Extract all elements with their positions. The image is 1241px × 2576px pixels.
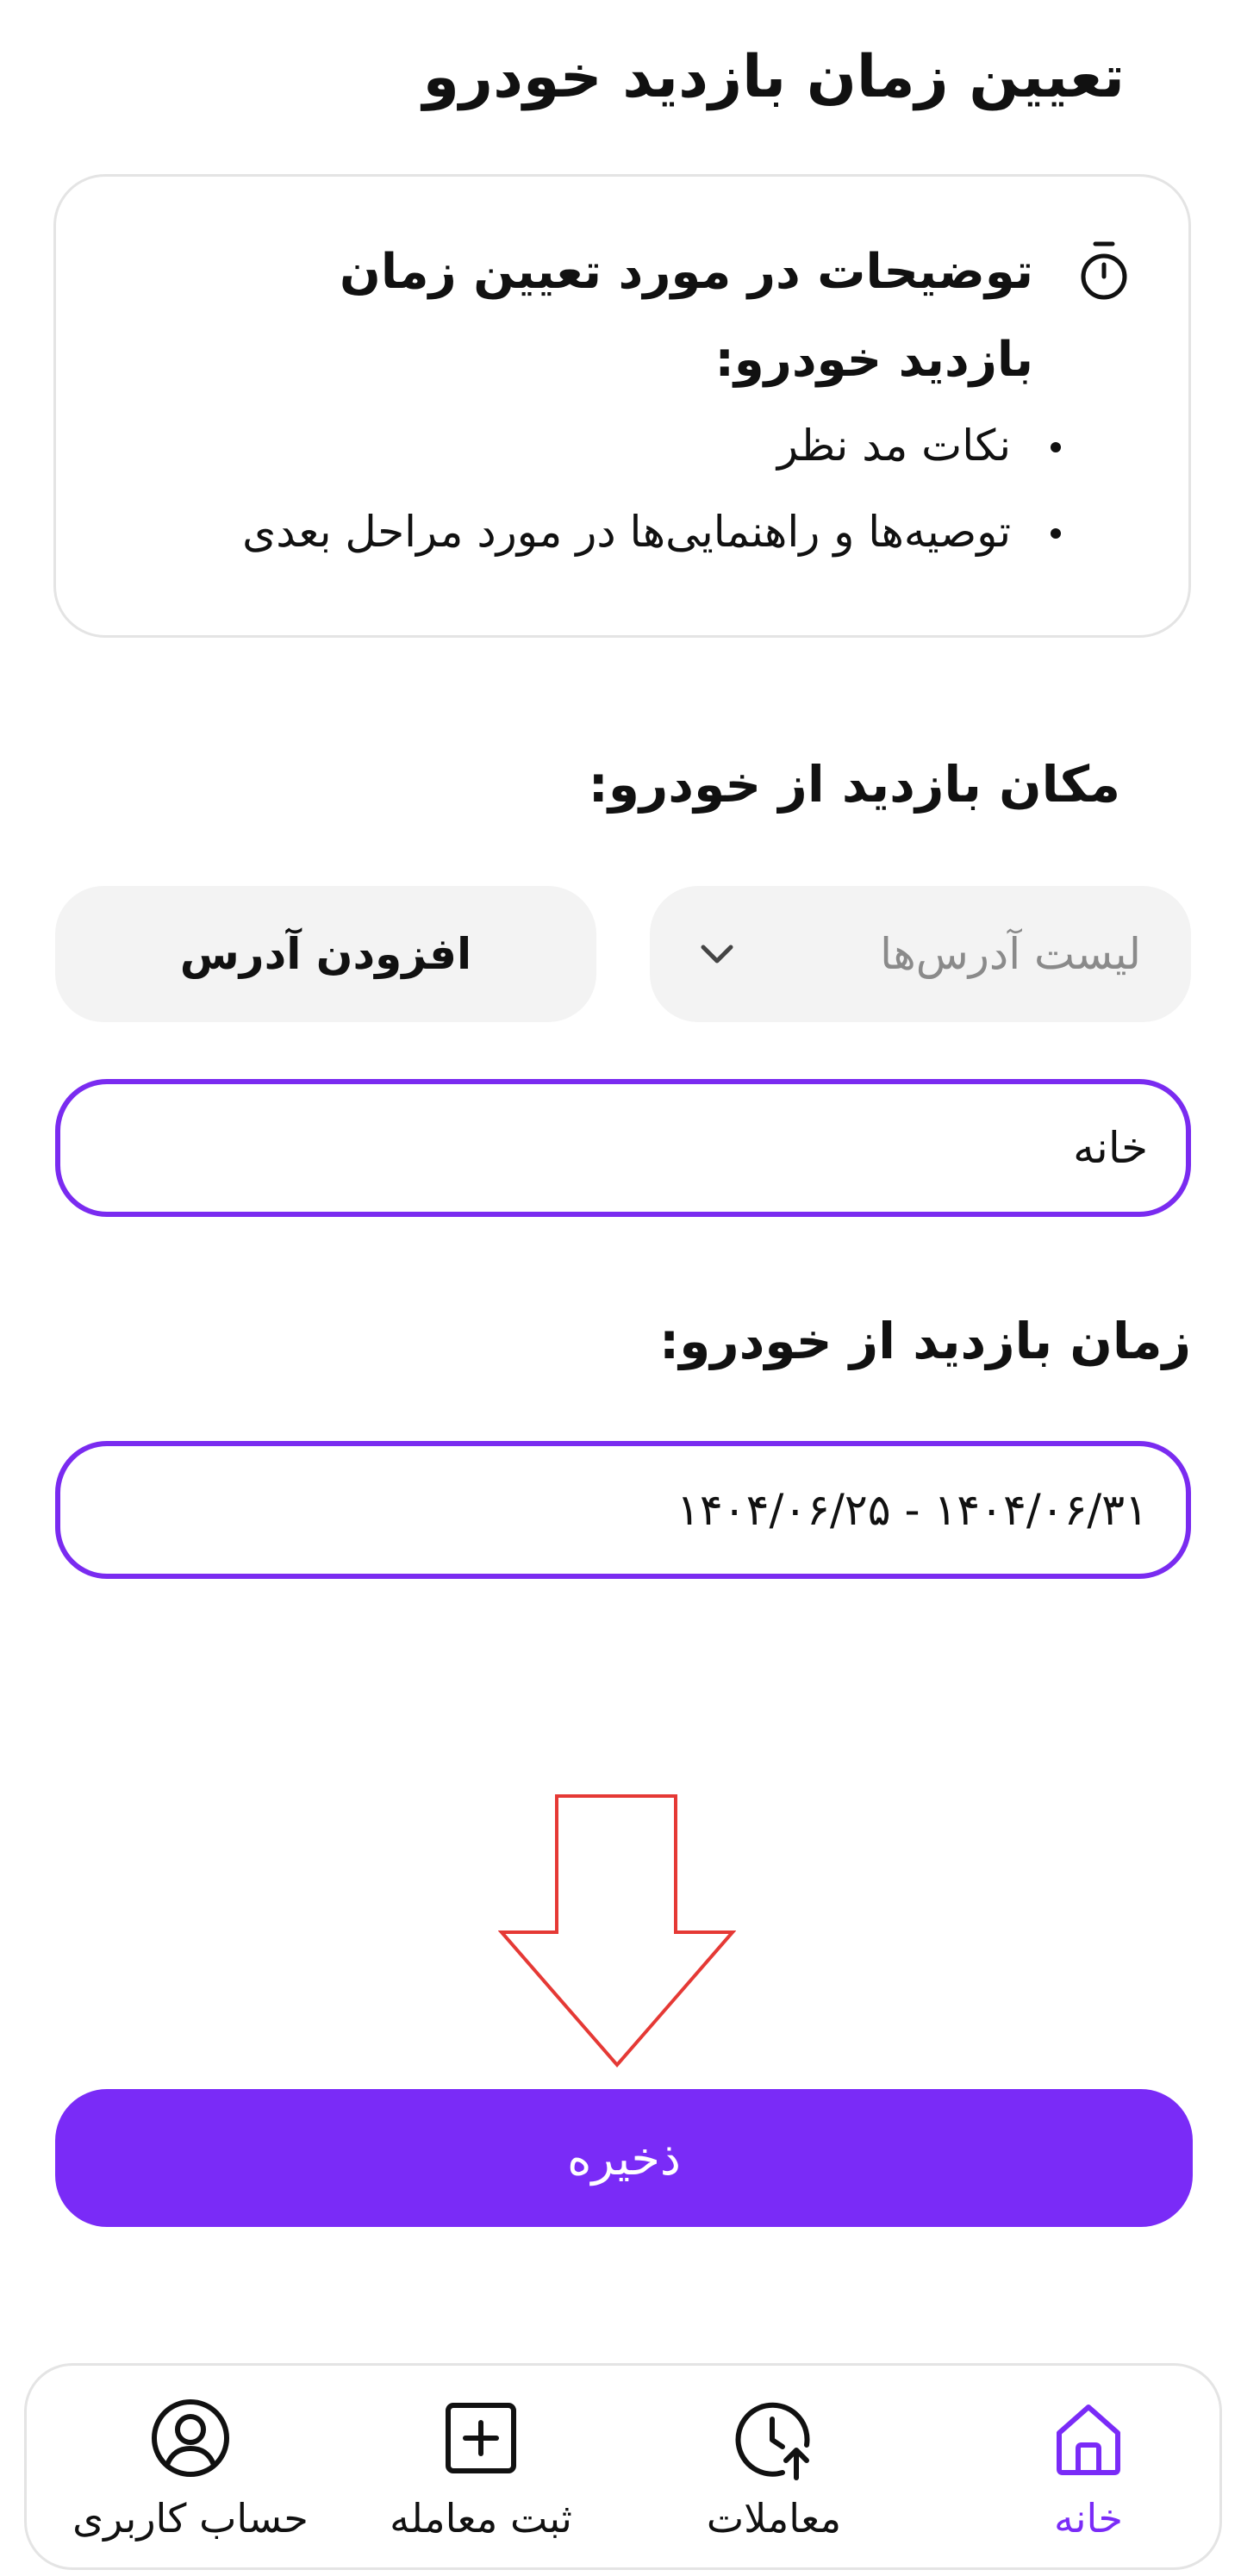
info-title: توضیحات در مورد تعیین زمان بازدید خودرو:: [340, 244, 1033, 388]
nav-label-new-deal: ثبت معامله: [390, 2495, 572, 2542]
nav-item-account[interactable]: حساب کاربری: [70, 2366, 311, 2573]
bottom-navigation: خانه معاملات ثبت معامله حساب کاربری: [24, 2363, 1222, 2570]
location-label: مکان بازدید از خودرو:: [588, 755, 1120, 814]
location-field-value: خانه: [1073, 1123, 1148, 1173]
time-label: زمان بازدید از خودرو:: [659, 1312, 1191, 1370]
date-range-value: ۱۴۰۴/۰۶/۳۱ - ۱۴۰۴/۰۶/۲۵: [677, 1485, 1148, 1535]
bullet-dot: [1051, 442, 1061, 452]
save-button[interactable]: ذخیره: [55, 2089, 1193, 2227]
info-bullet: توصیه‌ها و راهنمایی‌ها در مورد مراحل بعد…: [242, 489, 1061, 575]
add-address-button[interactable]: افزودن آدرس: [55, 886, 596, 1022]
nav-item-deals[interactable]: معاملات: [653, 2366, 895, 2573]
nav-label-account: حساب کاربری: [72, 2495, 309, 2542]
add-square-icon: [446, 2403, 516, 2473]
nav-item-new-deal[interactable]: ثبت معامله: [360, 2366, 602, 2573]
nav-label-home: خانه: [1054, 2495, 1123, 2542]
info-card: توضیحات در مورد تعیین زمان بازدید خودرو:…: [53, 174, 1191, 638]
nav-item-home[interactable]: خانه: [968, 2366, 1209, 2573]
user-icon: [152, 2399, 229, 2477]
info-list: نکات مد نظر توصیه‌ها و راهنمایی‌ها در مو…: [242, 402, 1061, 575]
info-bullet: نکات مد نظر: [242, 402, 1061, 489]
bullet-dot: [1051, 528, 1061, 539]
home-icon: [1057, 2404, 1120, 2475]
date-range-field[interactable]: ۱۴۰۴/۰۶/۳۱ - ۱۴۰۴/۰۶/۲۵: [55, 1441, 1191, 1579]
nav-label-deals: معاملات: [706, 2495, 842, 2542]
page: تعیین زمان بازدید خودرو توضیحات در مورد …: [0, 0, 1241, 2576]
info-bullet-text: نکات مد نظر: [776, 421, 1011, 471]
address-list-select[interactable]: لیست آدرس‌ها: [650, 886, 1191, 1022]
down-arrow-icon: [498, 1794, 736, 2068]
page-title: تعیین زمان بازدید خودرو: [422, 43, 1126, 111]
location-field[interactable]: خانه: [55, 1079, 1191, 1217]
info-bullet-text: توصیه‌ها و راهنمایی‌ها در مورد مراحل بعد…: [242, 507, 1011, 557]
clock-history-icon: [735, 2402, 810, 2480]
stopwatch-icon: [1081, 241, 1127, 300]
address-select-placeholder: لیست آدرس‌ها: [880, 929, 1141, 979]
chevron-down-icon: [701, 945, 733, 964]
